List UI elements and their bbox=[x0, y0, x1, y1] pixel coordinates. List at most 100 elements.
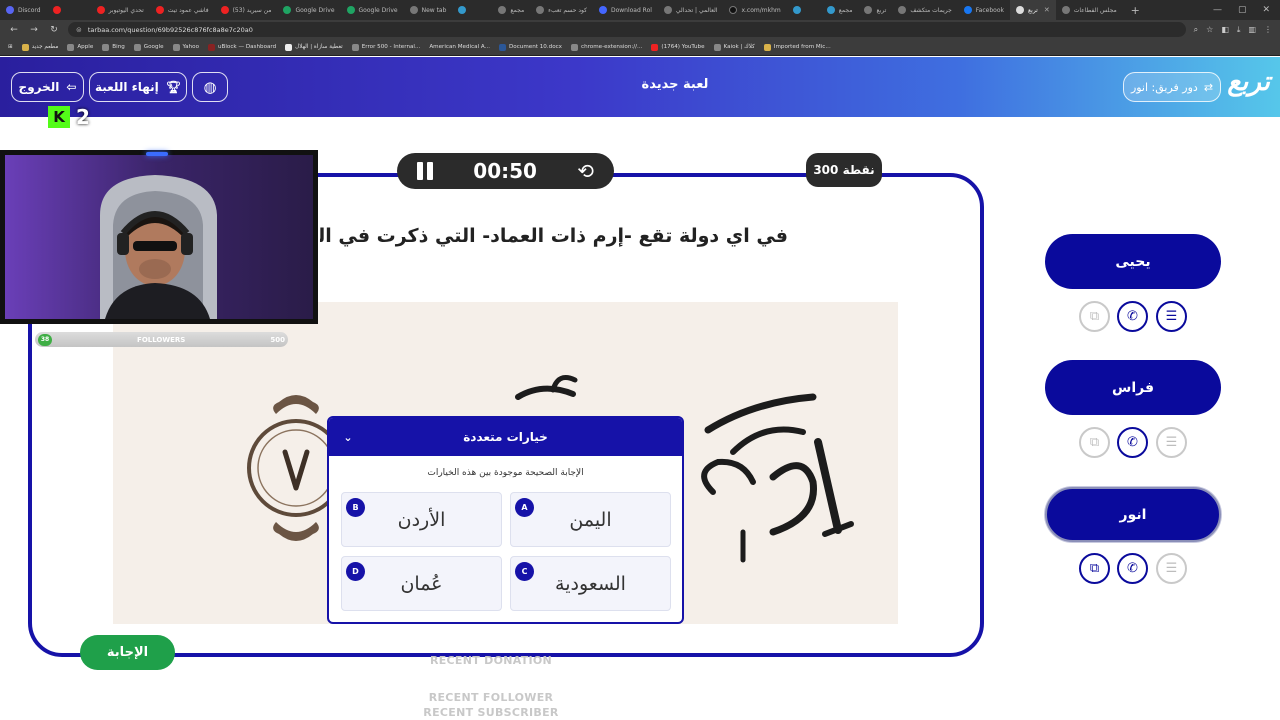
option-letter-badge: A bbox=[515, 498, 534, 517]
player-card-anwar[interactable]: انور bbox=[1045, 487, 1221, 542]
choices-list-icon[interactable]: ☰ bbox=[1156, 427, 1187, 458]
browser-tab[interactable]: Facebook bbox=[958, 0, 1010, 20]
logo: تربع bbox=[1227, 67, 1270, 97]
option-a[interactable]: A اليمن bbox=[510, 492, 671, 547]
browser-tab-active[interactable]: تربع ✕ bbox=[1009, 0, 1056, 20]
player-card-yahya[interactable]: يحيى bbox=[1045, 234, 1221, 289]
ublock-icon bbox=[208, 43, 215, 51]
bookmark-star-icon[interactable]: ☆ bbox=[1206, 25, 1213, 35]
bookmark[interactable]: Document 10.docx bbox=[498, 43, 562, 51]
bookmarks-bar: ⊞ مطعم جديد Apple Bing Google Yahoo uBlo… bbox=[0, 39, 1280, 56]
new-tab-button[interactable]: + bbox=[1123, 4, 1148, 17]
phone-call-icon[interactable]: ✆ bbox=[1117, 427, 1148, 458]
site-icon bbox=[713, 43, 721, 51]
pause-icon[interactable] bbox=[417, 162, 433, 180]
end-game-button[interactable]: إنهاء اللعبة 🏆︎ bbox=[89, 72, 187, 102]
reload-icon[interactable]: ↻ bbox=[48, 25, 60, 35]
close-window-icon[interactable]: ✕ bbox=[1262, 5, 1270, 15]
menu-dots-icon[interactable]: ⋮ bbox=[1264, 25, 1272, 35]
option-b[interactable]: B الأردن bbox=[341, 492, 502, 547]
site-icon bbox=[598, 6, 607, 14]
browser-tab[interactable] bbox=[787, 0, 821, 20]
option-d[interactable]: D عُمان bbox=[341, 556, 502, 611]
browser-tab[interactable]: العالمي | تحدالي bbox=[658, 0, 724, 20]
team-turn-button[interactable]: دور فريق: انور ⇄ bbox=[1123, 72, 1221, 102]
minimize-icon[interactable]: — bbox=[1213, 5, 1222, 15]
site-info-icon[interactable]: ⊜ bbox=[76, 26, 82, 34]
sidebar-icon[interactable]: ▥ bbox=[1248, 25, 1256, 35]
browser-tab[interactable]: Google Drive bbox=[277, 0, 340, 20]
browser-tab[interactable]: تحدي اليوتيوبر bbox=[91, 0, 150, 20]
multiple-choice-popup: ⌄ خيارات متعددة الإجابة الصحيحة موجودة ب… bbox=[327, 416, 684, 624]
site-icon bbox=[792, 6, 801, 14]
browser-tab[interactable]: فاشي عمود تيت bbox=[150, 0, 215, 20]
url-field[interactable]: ⊜ tarbaa.com/question/69b92526c876fc8a8e… bbox=[68, 22, 1186, 37]
browser-tab[interactable]: مجمع bbox=[492, 0, 530, 20]
bookmark[interactable]: chrome-extension://... bbox=[571, 43, 642, 51]
browser-tab[interactable]: Download Rol bbox=[593, 0, 658, 20]
browser-tab[interactable]: Discord bbox=[0, 0, 47, 20]
bookmark[interactable]: Kaiok | كلاك bbox=[713, 43, 755, 51]
browser-tab[interactable]: Google Drive bbox=[341, 0, 404, 20]
site-icon bbox=[1015, 6, 1024, 14]
palette-icon: ◍ bbox=[203, 78, 217, 96]
double-points-icon[interactable]: ⧉ bbox=[1079, 553, 1110, 584]
browser-tab[interactable]: x.com/mkhm bbox=[723, 0, 786, 20]
bookmark[interactable]: American Medical A... bbox=[429, 44, 490, 50]
bookmark[interactable]: Apple bbox=[67, 43, 93, 51]
choices-list-icon[interactable]: ☰ bbox=[1156, 301, 1187, 332]
bookmark[interactable]: (1764) YouTube bbox=[651, 43, 705, 51]
double-points-icon[interactable]: ⧉ bbox=[1079, 301, 1110, 332]
bookmark[interactable]: Imported from Mic... bbox=[763, 43, 831, 51]
browser-tab[interactable]: مجمع bbox=[821, 0, 859, 20]
browser-tab[interactable]: New tab bbox=[404, 0, 453, 20]
browser-tab[interactable]: كود حسم تعبء bbox=[530, 0, 593, 20]
browser-tab[interactable]: مجلس الفطاعات bbox=[1056, 0, 1123, 20]
option-c[interactable]: C السعودية bbox=[510, 556, 671, 611]
browser-tab-bar: Discord تحدي اليوتيوبر فاشي عمود تيت (53… bbox=[0, 0, 1280, 20]
choices-list-icon[interactable]: ☰ bbox=[1156, 553, 1187, 584]
downloads-icon[interactable]: ⤓ bbox=[1237, 25, 1241, 35]
browser-tab[interactable] bbox=[452, 0, 492, 20]
timer-control: 00:50 ⟲ bbox=[397, 153, 614, 189]
double-points-icon[interactable]: ⧉ bbox=[1079, 427, 1110, 458]
reset-timer-icon[interactable]: ⟲ bbox=[577, 159, 594, 183]
extensions-icon[interactable]: ◧ bbox=[1221, 25, 1229, 35]
folder-icon bbox=[21, 43, 29, 51]
extension-icon bbox=[571, 43, 578, 51]
bookmark[interactable]: Error 500 - Internal... bbox=[351, 43, 420, 51]
reveal-answer-button[interactable]: الإجابة bbox=[80, 635, 175, 670]
address-bar: ← → ↻ ⊜ tarbaa.com/question/69b92526c876… bbox=[0, 20, 1280, 39]
option-text: اليمن bbox=[569, 508, 612, 531]
phone-call-icon[interactable]: ✆ bbox=[1117, 553, 1148, 584]
back-icon[interactable]: ← bbox=[8, 25, 20, 35]
browser-tab[interactable]: تربع bbox=[858, 0, 892, 20]
folder-icon bbox=[763, 43, 771, 51]
chevron-down-icon[interactable]: ⌄ bbox=[341, 430, 355, 444]
youtube-icon bbox=[220, 6, 229, 14]
player-card-firas[interactable]: فراس bbox=[1045, 360, 1221, 415]
bookmark[interactable]: تغطية سازاة | الهلال bbox=[285, 43, 343, 51]
bookmark[interactable]: Google bbox=[133, 43, 164, 51]
option-text: الأردن bbox=[397, 508, 446, 531]
bookmark[interactable]: Bing bbox=[102, 43, 125, 51]
option-letter-badge: D bbox=[346, 562, 365, 581]
apps-grid-icon[interactable]: ⊞ bbox=[8, 44, 13, 50]
close-tab-icon[interactable]: ✕ bbox=[1044, 6, 1050, 14]
bookmark[interactable]: Yahoo bbox=[172, 43, 199, 51]
kick-logo-icon: K bbox=[48, 106, 70, 128]
exit-button[interactable]: الخروج ⇦ bbox=[11, 72, 84, 102]
phone-call-icon[interactable]: ✆ bbox=[1117, 301, 1148, 332]
followers-label: FOLLOWERS bbox=[137, 335, 186, 344]
bookmark[interactable]: uBlock — Dashboard bbox=[208, 43, 276, 51]
maximize-icon[interactable]: ▢ bbox=[1238, 5, 1247, 15]
address-tools: ⌕ ☆ ◧ ⤓ ▥ ⋮ bbox=[1194, 25, 1272, 35]
site-icon bbox=[351, 43, 359, 51]
forward-icon[interactable]: → bbox=[28, 25, 40, 35]
browser-tab[interactable] bbox=[47, 0, 91, 20]
translate-icon[interactable]: ⌕ bbox=[1194, 25, 1198, 35]
bookmark[interactable]: مطعم جديد bbox=[21, 43, 58, 51]
theme-button[interactable]: ◍ bbox=[192, 72, 228, 102]
browser-tab[interactable]: جريمات متكشف bbox=[892, 0, 957, 20]
browser-tab[interactable]: (53) من سيريد bbox=[215, 0, 278, 20]
